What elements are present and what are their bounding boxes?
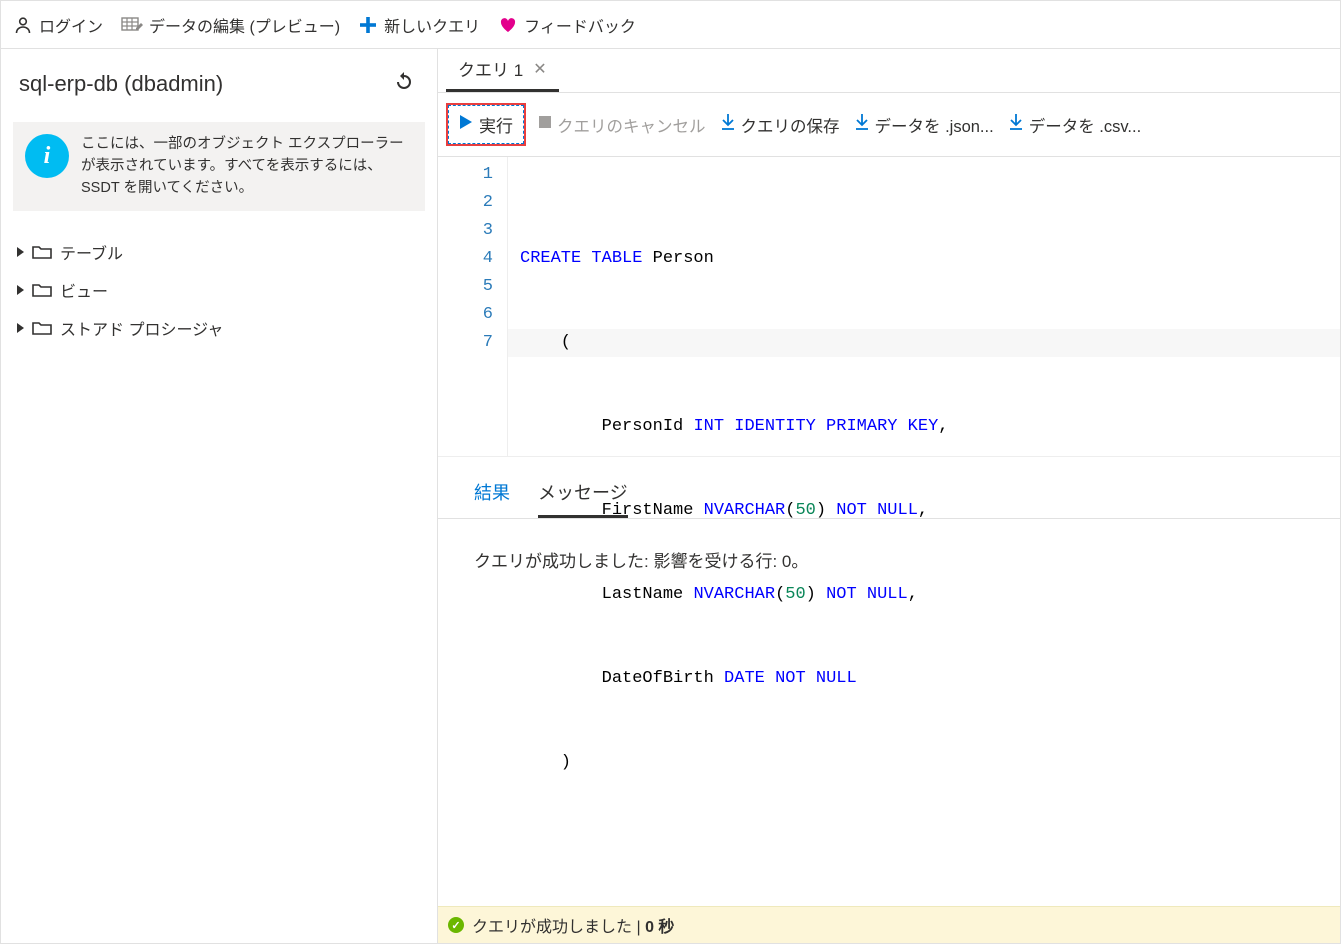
feedback-button[interactable]: フィードバック — [498, 13, 636, 37]
code-ident: ( — [520, 333, 571, 352]
refresh-button[interactable] — [389, 67, 419, 100]
code-kw: INT IDENTITY PRIMARY KEY — [693, 417, 938, 436]
export-json-button[interactable]: データを .json... — [854, 113, 994, 137]
code-ident: ) — [806, 585, 826, 604]
new-query-button[interactable]: 新しいクエリ — [358, 13, 480, 37]
chevron-right-icon — [17, 247, 24, 257]
export-csv-label: データを .csv... — [1029, 113, 1141, 137]
code-ident: PersonId — [520, 417, 693, 436]
info-icon: i — [25, 134, 69, 178]
code-ident: DateOfBirth — [520, 669, 724, 688]
table-edit-icon — [121, 15, 143, 35]
play-icon — [459, 114, 473, 135]
code-kw: NVARCHAR — [704, 501, 786, 520]
status-bar: ✓ クエリが成功しました | 0 秒 — [438, 906, 1340, 943]
status-text: クエリが成功しました — [472, 919, 636, 936]
db-header: sql-erp-db (dbadmin) — [13, 67, 425, 100]
code-kw: NVARCHAR — [693, 585, 775, 604]
run-label: 実行 — [479, 112, 513, 137]
status-sep: | — [636, 919, 645, 936]
line-num: 1 — [438, 161, 493, 189]
download-icon — [720, 113, 736, 136]
code-num: 50 — [795, 501, 815, 520]
edit-data-button[interactable]: データの編集 (プレビュー) — [121, 13, 340, 37]
save-query-button[interactable]: クエリの保存 — [720, 113, 840, 137]
folder-icon — [32, 244, 52, 260]
plus-icon — [358, 15, 378, 35]
cancel-query-button: クエリのキャンセル — [538, 113, 706, 137]
download-icon — [1008, 113, 1024, 136]
line-num: 3 — [438, 217, 493, 245]
save-label: クエリの保存 — [741, 113, 840, 137]
code-ident: FirstName — [520, 501, 704, 520]
run-button[interactable]: 実行 — [448, 105, 524, 144]
code-ident: ) — [816, 501, 836, 520]
tab-close-button[interactable]: ✕ — [533, 59, 546, 79]
login-button[interactable]: ログイン — [13, 13, 103, 37]
download-icon — [854, 113, 870, 136]
object-explorer: sql-erp-db (dbadmin) i ここには、一部のオブジェクト エク… — [1, 49, 438, 943]
main: sql-erp-db (dbadmin) i ここには、一部のオブジェクト エク… — [1, 49, 1340, 943]
content: クエリ 1 ✕ 実行 クエリのキャンセル クエリの保存 — [438, 49, 1340, 943]
tree-label: ストアド プロシージャ — [60, 316, 223, 340]
code-num: 50 — [785, 585, 805, 604]
code-ident: LastName — [520, 585, 693, 604]
export-csv-button[interactable]: データを .csv... — [1008, 113, 1141, 137]
code-kw: CREATE TABLE — [520, 249, 642, 268]
line-num: 7 — [438, 329, 493, 357]
login-label: ログイン — [39, 13, 103, 37]
tree-item-tables[interactable]: テーブル — [13, 233, 425, 271]
code-ident: ( — [785, 501, 795, 520]
edit-data-label: データの編集 (プレビュー) — [149, 13, 340, 37]
new-query-label: 新しいクエリ — [384, 13, 480, 37]
cancel-label: クエリのキャンセル — [557, 113, 706, 137]
code-ident: ) — [520, 753, 571, 772]
editor-tabbar: クエリ 1 ✕ — [438, 49, 1340, 93]
db-title: sql-erp-db (dbadmin) — [19, 71, 223, 97]
tree-label: テーブル — [60, 240, 123, 264]
status-time: 0 秒 — [645, 919, 674, 936]
code-ident: Person — [642, 249, 713, 268]
export-json-label: データを .json... — [875, 113, 994, 137]
tree: テーブル ビュー ストアド プロシージャ — [13, 233, 425, 347]
code-kw: DATE — [724, 669, 765, 688]
person-icon — [13, 15, 33, 35]
tab-query-1[interactable]: クエリ 1 ✕ — [446, 46, 559, 92]
tree-item-sprocs[interactable]: ストアド プロシージャ — [13, 309, 425, 347]
tab-label: クエリ 1 — [458, 56, 523, 81]
line-num: 5 — [438, 273, 493, 301]
line-num: 6 — [438, 301, 493, 329]
top-toolbar: ログイン データの編集 (プレビュー) 新しいクエリ フィードバック — [1, 1, 1340, 49]
heart-icon — [498, 15, 518, 35]
line-num: 4 — [438, 245, 493, 273]
line-num: 2 — [438, 189, 493, 217]
tree-label: ビュー — [60, 278, 108, 302]
info-text: ここには、一部のオブジェクト エクスプローラーが表示されています。すべてを表示す… — [81, 134, 413, 199]
refresh-icon — [393, 80, 415, 96]
code-ident: , — [908, 585, 918, 604]
code-body[interactable]: CREATE TABLE Person ( PersonId INT IDENT… — [508, 157, 1340, 456]
query-toolbar: 実行 クエリのキャンセル クエリの保存 データを .json... — [438, 93, 1340, 157]
code-ident: ( — [775, 585, 785, 604]
folder-icon — [32, 320, 52, 336]
success-icon: ✓ — [448, 917, 464, 933]
code-kw: NOT NULL — [826, 585, 908, 604]
code-editor[interactable]: 1 2 3 4 5 6 7 CREATE TABLE Person ( Pers… — [438, 157, 1340, 457]
stop-icon — [538, 115, 552, 134]
code-ident: , — [938, 417, 948, 436]
tree-item-views[interactable]: ビュー — [13, 271, 425, 309]
code-kw: NOT NULL — [775, 669, 857, 688]
chevron-right-icon — [17, 285, 24, 295]
feedback-label: フィードバック — [524, 13, 636, 37]
code-ident: , — [918, 501, 928, 520]
tab-results[interactable]: 結果 — [474, 479, 510, 518]
chevron-right-icon — [17, 323, 24, 333]
info-box: i ここには、一部のオブジェクト エクスプローラーが表示されています。すべてを表… — [13, 122, 425, 211]
code-ident — [765, 669, 775, 688]
code-kw: NOT NULL — [836, 501, 918, 520]
line-gutter: 1 2 3 4 5 6 7 — [438, 157, 508, 456]
folder-icon — [32, 282, 52, 298]
